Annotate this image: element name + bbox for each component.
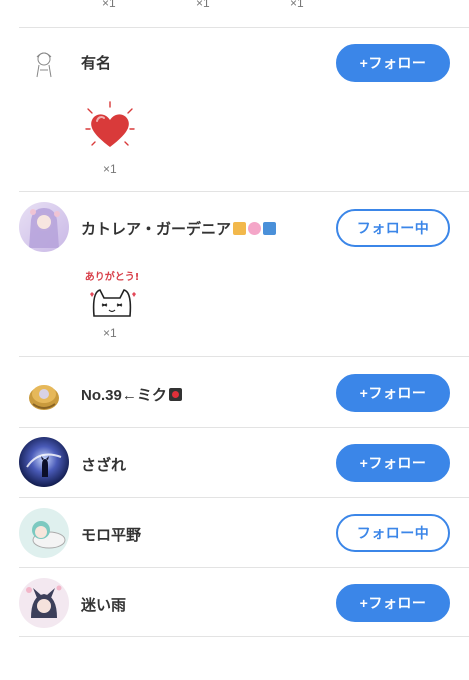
- user-name[interactable]: さざれ: [81, 454, 126, 475]
- arigatou-cat-stamp: ありがとう!: [82, 268, 142, 324]
- avatar[interactable]: [19, 37, 69, 87]
- follow-button[interactable]: +フォロー: [336, 374, 450, 412]
- previous-stamp-counts: ×1 ×1 ×1: [0, 0, 469, 12]
- follow-button[interactable]: +フォロー: [336, 44, 450, 82]
- user-name[interactable]: モロ平野: [81, 524, 141, 545]
- divider: [19, 636, 469, 637]
- heart-stamp: [82, 99, 138, 155]
- avatar[interactable]: [19, 368, 69, 418]
- follow-button[interactable]: +フォロー: [336, 584, 450, 622]
- user-name[interactable]: No.39←ミク: [81, 384, 182, 405]
- user-name[interactable]: カトレア・ガーデニア: [81, 218, 277, 239]
- stamp-count: ×1: [103, 162, 117, 176]
- stamp-count: ×1: [102, 0, 116, 10]
- divider: [19, 497, 469, 498]
- sparkle-emoji-icon: [263, 222, 277, 235]
- flower-emoji-icon: [248, 222, 262, 235]
- following-button[interactable]: フォロー中: [336, 514, 450, 552]
- divider: [19, 567, 469, 568]
- divider: [19, 191, 469, 192]
- stamp-count: ×1: [290, 0, 304, 10]
- avatar[interactable]: [19, 508, 69, 558]
- divider: [19, 27, 469, 28]
- follow-button[interactable]: +フォロー: [336, 444, 450, 482]
- crown-emoji-icon: [233, 222, 247, 235]
- avatar[interactable]: [19, 578, 69, 628]
- divider: [19, 356, 469, 357]
- hanafuda-emoji-icon: [168, 388, 182, 401]
- svg-text:ありがとう!: ありがとう!: [85, 270, 140, 283]
- divider: [19, 427, 469, 428]
- stamp-count: ×1: [103, 326, 117, 340]
- avatar[interactable]: [19, 202, 69, 252]
- following-button[interactable]: フォロー中: [336, 209, 450, 247]
- user-name[interactable]: 有名: [81, 52, 111, 73]
- avatar[interactable]: [19, 437, 69, 487]
- user-name[interactable]: 迷い雨: [81, 594, 126, 615]
- stamp-count: ×1: [196, 0, 210, 10]
